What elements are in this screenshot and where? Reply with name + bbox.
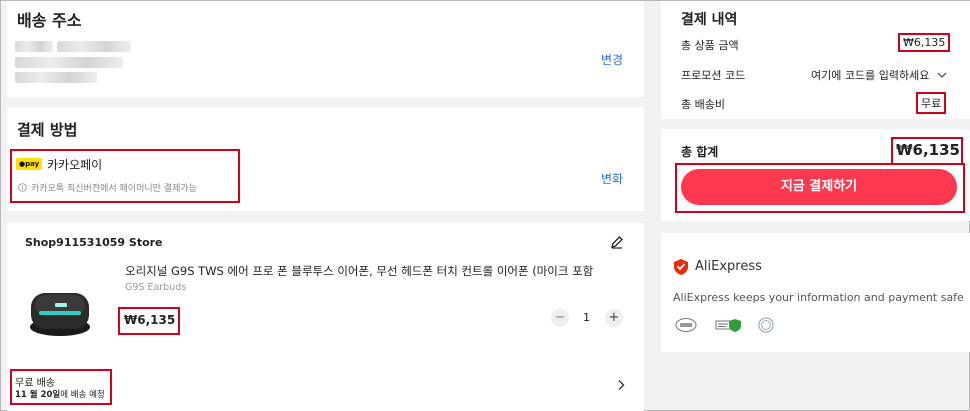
grand-total-value: ₩6,135 [891, 137, 963, 165]
shipping-address-title: 배송 주소 [17, 11, 82, 30]
subtotal-value: ₩6,135 [897, 33, 951, 52]
security-statement: AliExpress keeps your information and pa… [673, 291, 964, 304]
info-icon [18, 183, 27, 192]
promo-code-label: 프로모션 코드 [681, 69, 746, 82]
payment-method-title: 결제 방법 [17, 121, 78, 139]
shipping-total-label: 총 배송비 [681, 98, 725, 111]
kakaopay-label: 카카오페이 [47, 158, 103, 172]
certification-badge-icon [715, 319, 741, 332]
grand-total-label: 총 합계 [681, 145, 719, 159]
order-summary-title: 결제 내역 [681, 12, 738, 28]
summary-divider [661, 119, 970, 129]
product-title[interactable]: 오리지널 G9S TWS 에어 프로 폰 블루투스 이어폰, 무선 헤드폰 터치… [125, 263, 627, 279]
chevron-down-icon [937, 72, 947, 78]
address-line-blurred [15, 72, 97, 83]
address-line-blurred [15, 57, 123, 68]
seal-badge-icon [758, 317, 774, 333]
product-thumbnail[interactable] [27, 279, 93, 339]
security-badge-icon [675, 318, 697, 332]
delivery-suffix: 에 배송 예정 [60, 390, 105, 400]
kakaopay-logo: ●pay [16, 158, 43, 170]
edit-pencil-icon[interactable] [610, 235, 624, 249]
promo-code-placeholder: 여기에 코드를 입력하세요 [811, 69, 930, 82]
quantity-decrease-button[interactable]: − [551, 309, 569, 327]
pay-now-button[interactable]: 지금 결제하기 [681, 169, 957, 205]
address-line-blurred [57, 41, 131, 52]
product-price: ₩6,135 [118, 307, 180, 335]
payment-method-card: 결제 방법 ●pay 카카오페이 카카오톡 최신버전에서 페이머니만 결제가능 … [7, 107, 644, 211]
promo-code-input[interactable]: 여기에 코드를 입력하세요 [811, 67, 947, 83]
shipping-info: 무료 배송 11 월 20일에 배송 예정 [10, 369, 112, 405]
free-shipping-label: 무료 배송 [15, 378, 55, 389]
product-variant: G9S Earbuds [125, 282, 187, 293]
quantity-increase-button[interactable]: + [605, 309, 623, 327]
order-summary-card: 결제 내역 총 상품 금액 ₩6,135 프로모션 코드 여기에 코드를 입력하… [661, 1, 970, 221]
quantity-value: 1 [583, 311, 590, 324]
order-item-card: Shop911531059 Store 오리지널 G9S TWS 에어 프로 폰… [7, 223, 644, 411]
change-payment-link[interactable]: 변화 [601, 170, 623, 187]
chevron-right-icon[interactable] [616, 379, 626, 391]
shield-check-icon [674, 259, 688, 275]
aliexpress-brand: AliExpress [695, 259, 762, 274]
store-name: Shop911531059 Store [25, 236, 163, 249]
delivery-estimate: 11 월 20일에 배송 예정 [15, 388, 105, 400]
kakaopay-option[interactable]: ●pay 카카오페이 카카오톡 최신버전에서 페이머니만 결제가능 [10, 149, 240, 203]
subtotal-label: 총 상품 금액 [681, 39, 739, 52]
pay-now-button-highlight: 지금 결제하기 [675, 163, 965, 213]
change-address-link[interactable]: 변경 [601, 51, 623, 68]
kakaopay-note-text: 카카오톡 최신버전에서 페이머니만 결제가능 [31, 184, 197, 194]
shipping-address-card: 배송 주소 변경 [7, 1, 644, 97]
kakaopay-note: 카카오톡 최신버전에서 페이머니만 결제가능 [18, 181, 197, 194]
address-line-blurred [15, 41, 53, 52]
delivery-date: 11 월 20일 [15, 390, 61, 400]
shipping-total-value: 무료 [915, 92, 947, 114]
trust-card: AliExpress AliExpress keeps your informa… [661, 233, 970, 352]
